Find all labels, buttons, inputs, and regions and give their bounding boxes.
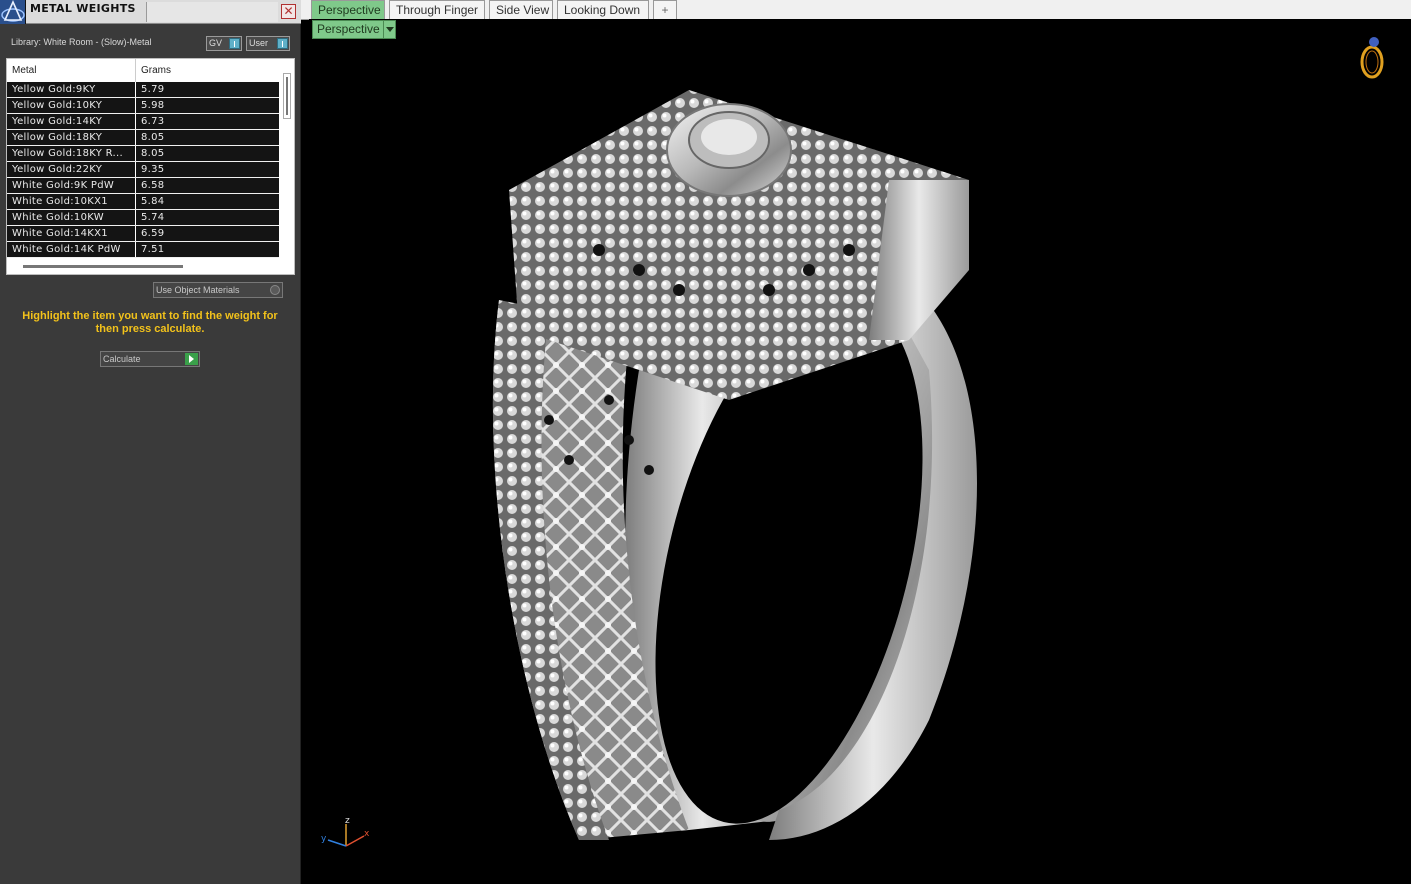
instruction-text: Highlight the item you want to find the …	[22, 310, 278, 335]
cell-divider	[135, 226, 136, 241]
table-row[interactable]: Yellow Gold:22KY 9.35	[7, 162, 279, 178]
axis-z-label: z	[345, 816, 350, 826]
close-button[interactable]: ✕	[281, 4, 296, 19]
axis-y-label: y	[321, 834, 327, 844]
table-row[interactable]: Yellow Gold:18KY 8.05	[7, 130, 279, 146]
ring-model-render[interactable]	[309, 40, 1409, 880]
calculate-label: Calculate	[103, 354, 141, 364]
table-body: Yellow Gold:9KY 5.79 Yellow Gold:10KY 5.98…	[7, 82, 279, 258]
radio-circle-icon	[270, 285, 280, 295]
metal-cell: White Gold:14KX1	[12, 228, 108, 239]
use-object-materials-label: Use Object Materials	[156, 285, 240, 295]
toggle-knob-icon	[277, 38, 288, 49]
grams-cell: 9.35	[141, 164, 165, 175]
metal-cell: Yellow Gold:18KY R...	[12, 148, 123, 159]
toggle-knob-icon	[229, 38, 240, 49]
tab-looking-down[interactable]: Looking Down	[557, 0, 649, 19]
panel-header: METAL WEIGHTS ✕	[0, 0, 301, 24]
table-row[interactable]: White Gold:14KX1 6.59	[7, 226, 279, 242]
metal-weights-panel: METAL WEIGHTS ✕ Library: White Room - (S…	[0, 0, 301, 884]
user-toggle-label: User	[249, 38, 269, 48]
chevron-down-icon	[383, 21, 395, 38]
axis-gizmo-icon: z x y	[321, 816, 370, 847]
metal-cell: Yellow Gold:10KY	[12, 100, 103, 111]
add-tab-button[interactable]: +	[653, 0, 677, 19]
grams-cell: 8.05	[141, 132, 165, 143]
table-row[interactable]: Yellow Gold:14KY 6.73	[7, 114, 279, 130]
metal-cell: White Gold:10KW	[12, 212, 104, 223]
user-toggle[interactable]: User	[246, 36, 290, 51]
cell-divider	[135, 178, 136, 193]
grams-cell: 5.98	[141, 100, 165, 111]
metal-cell: Yellow Gold:14KY	[12, 116, 103, 127]
cell-divider	[135, 130, 136, 145]
table-row[interactable]: Yellow Gold:18KY R... 8.05	[7, 146, 279, 162]
gv-toggle[interactable]: GV	[206, 36, 242, 51]
grams-cell: 6.59	[141, 228, 165, 239]
table-row[interactable]: Yellow Gold:10KY 5.98	[7, 98, 279, 114]
cell-divider	[135, 114, 136, 129]
cell-divider	[135, 210, 136, 225]
grams-cell: 8.05	[141, 148, 165, 159]
metal-cell: White Gold:14K PdW	[12, 244, 121, 255]
grams-cell: 7.51	[141, 244, 165, 255]
axis-x-label: x	[364, 829, 370, 839]
cell-divider	[135, 98, 136, 113]
metal-table: Metal Grams Yellow Gold:9KY 5.79 Yellow G…	[6, 58, 295, 275]
table-row[interactable]: White Gold:9K PdW 6.58	[7, 178, 279, 194]
grams-cell: 6.58	[141, 180, 165, 191]
view-dropdown-label: Perspective	[317, 22, 380, 36]
panel-title: METAL WEIGHTS	[30, 2, 136, 15]
column-header-metal[interactable]: Metal	[12, 65, 36, 76]
table-row[interactable]: White Gold:10KW 5.74	[7, 210, 279, 226]
vertical-scrollbar[interactable]	[283, 73, 291, 119]
cell-divider	[135, 82, 136, 97]
title-field	[146, 2, 278, 22]
view-tab-bar: Perspective Through Finger Side View Loo…	[301, 0, 1411, 20]
gv-toggle-label: GV	[209, 38, 223, 48]
table-row[interactable]: White Gold:10KX1 5.84	[7, 194, 279, 210]
tab-perspective[interactable]: Perspective	[311, 0, 385, 19]
use-object-materials-toggle[interactable]: Use Object Materials	[153, 282, 283, 298]
metal-cell: White Gold:10KX1	[12, 196, 108, 207]
metal-cell: Yellow Gold:9KY	[12, 84, 96, 95]
play-arrow-icon	[185, 353, 198, 365]
calculate-button[interactable]: Calculate	[100, 351, 200, 367]
view-dropdown[interactable]: Perspective	[312, 20, 396, 39]
table-row[interactable]: Yellow Gold:9KY 5.79	[7, 82, 279, 98]
tab-side-view[interactable]: Side View	[489, 0, 553, 19]
metal-cell: White Gold:9K PdW	[12, 180, 115, 191]
grams-cell: 5.84	[141, 196, 165, 207]
cell-divider	[135, 162, 136, 177]
grams-cell: 6.73	[141, 116, 165, 127]
table-header: Metal Grams	[7, 59, 279, 82]
metal-cell: Yellow Gold:18KY	[12, 132, 103, 143]
grams-cell: 5.79	[141, 84, 165, 95]
cell-divider	[135, 242, 136, 257]
library-label: Library: White Room - (Slow)-Metal	[11, 37, 152, 47]
metal-cell: Yellow Gold:22KY	[12, 164, 103, 175]
ring-view-icon[interactable]	[1354, 32, 1390, 82]
tab-through-finger[interactable]: Through Finger	[389, 0, 485, 19]
cell-divider	[135, 194, 136, 209]
app-logo-icon	[0, 0, 26, 24]
column-header-grams[interactable]: Grams	[141, 65, 171, 76]
cell-divider	[135, 146, 136, 161]
column-divider	[135, 59, 136, 82]
grams-cell: 5.74	[141, 212, 165, 223]
table-row[interactable]: White Gold:14K PdW 7.51	[7, 242, 279, 258]
horizontal-scrollbar[interactable]	[23, 265, 183, 268]
